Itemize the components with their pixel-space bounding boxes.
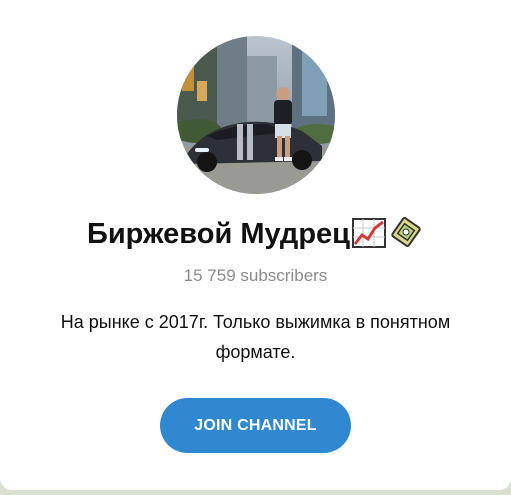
channel-name: Биржевой Мудрец (87, 218, 350, 250)
gem-ring-icon (388, 216, 424, 259)
channel-description: На рынке с 2017г. Только выжимка в понят… (60, 312, 451, 362)
subscriber-count: 15 759 subscribers (183, 266, 328, 285)
channel-preview-card: Биржевой Мудрец 15 759 subscribers На ры… (0, 0, 511, 490)
channel-avatar (177, 36, 335, 194)
channel-title: Биржевой Мудрец (0, 214, 511, 259)
join-channel-button[interactable]: JOIN CHANNEL (160, 398, 351, 453)
chart-increasing-icon (352, 218, 386, 259)
